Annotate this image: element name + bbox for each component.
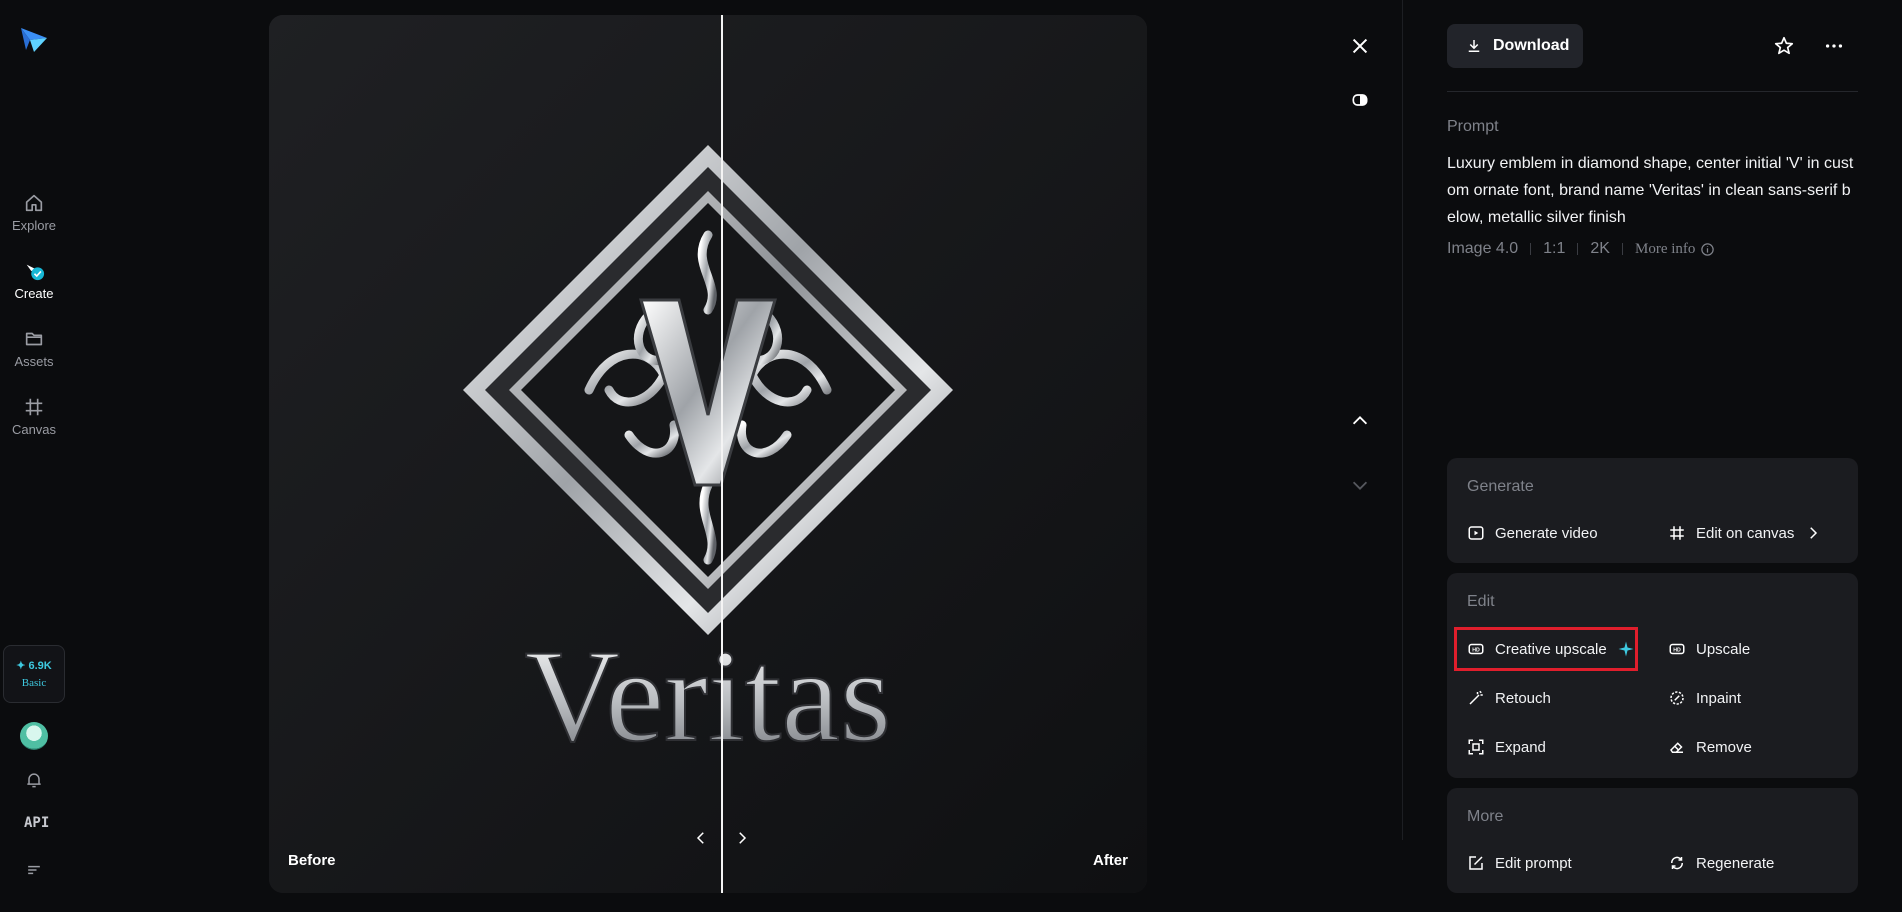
inpaint-icon: [1670, 691, 1684, 705]
sparkle-icon: [1618, 641, 1634, 657]
download-button[interactable]: Download: [1447, 24, 1583, 68]
compare-toggle-icon[interactable]: [1346, 86, 1374, 114]
details-panel: Download Prompt Luxury emblem in diamond…: [1447, 0, 1858, 912]
api-link[interactable]: API: [24, 815, 49, 831]
generate-video-label: Generate video: [1495, 524, 1598, 542]
sidebar-item-explore[interactable]: Explore: [0, 192, 68, 233]
remove-label: Remove: [1696, 738, 1752, 756]
panel-divider: [1402, 0, 1403, 840]
home-icon: [25, 194, 43, 212]
paper-plane-logo-icon[interactable]: [18, 24, 50, 56]
expand-label: Expand: [1495, 738, 1546, 756]
resolution-label: 2K: [1590, 240, 1610, 257]
edit-prompt-label: Edit prompt: [1495, 854, 1572, 872]
after-label: After: [1092, 852, 1128, 869]
prompt-text: Luxury emblem in diamond shape, center i…: [1447, 155, 1854, 226]
chevron-up-icon[interactable]: [1346, 407, 1374, 435]
refresh-icon: [1671, 856, 1683, 870]
creative-upscale-button[interactable]: HD Creative upscale: [1467, 634, 1635, 664]
close-icon[interactable]: [1346, 32, 1374, 60]
panel-separator: [1447, 91, 1858, 92]
viewer-tool-column: [1335, 0, 1385, 912]
hd-icon: HD: [1669, 643, 1685, 655]
bell-icon[interactable]: [22, 768, 46, 792]
inpaint-label: Inpaint: [1696, 689, 1742, 707]
star-icon[interactable]: [1770, 32, 1798, 60]
remove-button[interactable]: Remove: [1668, 732, 1752, 762]
plan-label: Basic: [21, 677, 47, 689]
sidebar-item-label: Create: [14, 286, 54, 301]
download-label: Download: [1493, 37, 1570, 54]
generated-image: Veritas: [269, 15, 1147, 893]
edit-icon: [1469, 856, 1483, 870]
menu-icon[interactable]: [22, 858, 46, 882]
download-icon: [1468, 40, 1480, 52]
regenerate-label: Regenerate: [1696, 854, 1775, 872]
sidebar-item-assets[interactable]: Assets: [0, 328, 68, 369]
canvas-icon: [1670, 526, 1684, 540]
upscale-button[interactable]: HD Upscale: [1668, 634, 1750, 664]
before-label: Before: [288, 852, 336, 869]
generation-meta: Image 4.0 1:1 2K More info: [1447, 240, 1715, 258]
more-info-link[interactable]: More info: [1635, 241, 1715, 258]
more-info-label: More info: [1634, 240, 1696, 257]
credits-badge[interactable]: ✦ 6.9K Basic: [3, 645, 65, 703]
chevron-right-icon: [1810, 527, 1818, 539]
sidebar-item-canvas[interactable]: Canvas: [0, 396, 68, 437]
hd-icon: HD: [1468, 643, 1484, 655]
generate-card: Generate Generate video Edit on canvas: [1447, 458, 1858, 563]
chevron-left-icon[interactable]: [690, 827, 712, 849]
credits-amount: ✦ 6.9K: [16, 660, 52, 672]
sidebar-item-label: Canvas: [11, 422, 57, 437]
edit-prompt-button[interactable]: Edit prompt: [1467, 848, 1572, 878]
edit-card: Edit HD Creative upscale HD Upscale Reto…: [1447, 573, 1858, 778]
sidebar-item-label: Assets: [14, 354, 54, 369]
chevron-down-icon[interactable]: [1346, 471, 1374, 499]
more-title: More: [1467, 808, 1504, 825]
more-options-icon[interactable]: [1820, 32, 1848, 60]
sidebar: Explore Create Assets Canvas ✦ 6.9K Basi…: [0, 0, 68, 912]
chevron-right-icon[interactable]: [731, 827, 753, 849]
create-icon: [26, 264, 45, 281]
svg-text:HD: HD: [1673, 647, 1681, 653]
expand-button[interactable]: Expand: [1467, 732, 1546, 762]
video-play-icon: [1468, 526, 1484, 540]
retouch-label: Retouch: [1495, 689, 1551, 707]
generate-video-button[interactable]: Generate video: [1467, 518, 1598, 548]
sidebar-item-label: Explore: [11, 218, 57, 233]
avatar[interactable]: [20, 722, 48, 750]
image-compare-viewer[interactable]: Veritas Before After: [269, 15, 1147, 893]
expand-icon: [1468, 739, 1484, 755]
eraser-icon: [1670, 742, 1683, 753]
model-label: Image 4.0: [1447, 240, 1519, 257]
image-brand-text: Veritas: [525, 622, 892, 769]
more-card: More Edit prompt Regenerate: [1447, 788, 1858, 893]
magic-wand-icon: [1469, 690, 1483, 705]
folder-icon: [25, 332, 43, 346]
upscale-label: Upscale: [1696, 640, 1751, 658]
inpaint-button[interactable]: Inpaint: [1668, 683, 1741, 713]
edit-title: Edit: [1467, 593, 1495, 610]
edit-on-canvas-label: Edit on canvas: [1696, 524, 1795, 542]
prompt-heading: Prompt: [1447, 118, 1499, 135]
ratio-label: 1:1: [1543, 240, 1566, 257]
regenerate-button[interactable]: Regenerate: [1668, 848, 1774, 878]
compare-divider-handle[interactable]: [721, 15, 723, 893]
svg-text:HD: HD: [1472, 647, 1480, 653]
retouch-button[interactable]: Retouch: [1467, 683, 1551, 713]
creative-upscale-label: Creative upscale: [1495, 640, 1607, 658]
canvas-icon: [25, 398, 43, 416]
sidebar-item-create[interactable]: Create: [0, 260, 68, 301]
edit-on-canvas-button[interactable]: Edit on canvas: [1668, 518, 1822, 548]
generate-title: Generate: [1467, 478, 1534, 495]
info-icon: [1701, 242, 1715, 256]
